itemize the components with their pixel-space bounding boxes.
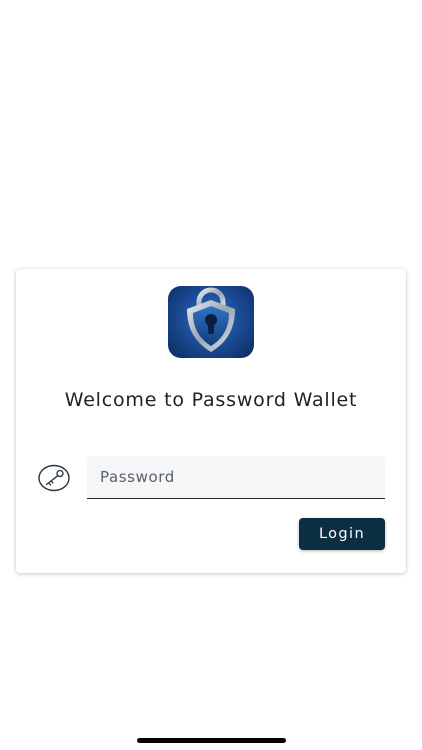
password-input[interactable] (87, 456, 385, 498)
login-button[interactable]: Login (299, 518, 385, 550)
login-card: Welcome to Password Wallet Login (16, 269, 406, 573)
shield-lock-icon (168, 286, 254, 358)
home-indicator (137, 738, 286, 743)
welcome-title: Welcome to Password Wallet (64, 389, 358, 411)
login-screen: Welcome to Password Wallet Login (0, 0, 422, 750)
key-icon (38, 464, 70, 492)
password-field[interactable] (87, 456, 385, 499)
